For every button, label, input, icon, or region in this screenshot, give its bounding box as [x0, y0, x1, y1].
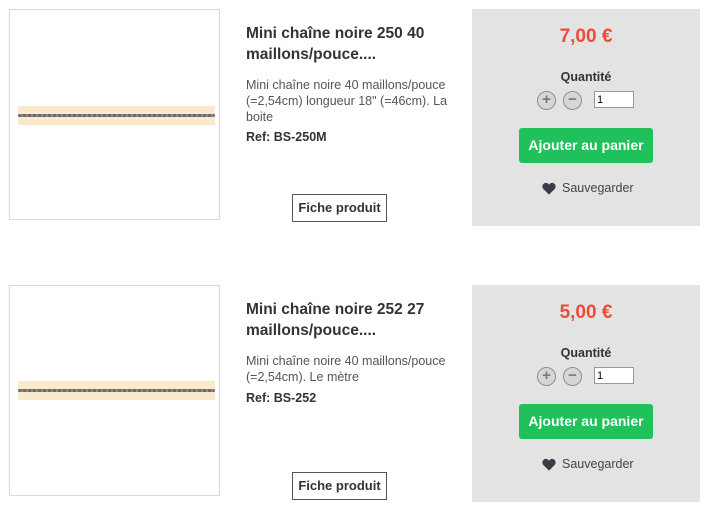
product-description: Mini chaîne noire 40 maillons/pouce (=2,…: [246, 353, 461, 385]
buy-box: 7,00 € Quantité + − Ajouter au panier Sa…: [472, 9, 700, 226]
description-line: Mini chaîne noire 40 maillons/pouce: [246, 354, 446, 368]
add-to-cart-button[interactable]: Ajouter au panier: [519, 404, 653, 439]
description-line: boite: [246, 110, 274, 124]
chain-image: [18, 106, 215, 125]
product-title-line: maillons/pouce....: [246, 46, 377, 63]
add-to-cart-button[interactable]: Ajouter au panier: [519, 128, 653, 163]
description-line: Mini chaîne noire 40 maillons/pouce: [246, 78, 446, 92]
product-title-line: Mini chaîne noire 250 40: [246, 25, 425, 42]
buy-box: 5,00 € Quantité + − Ajouter au panier Sa…: [472, 285, 700, 502]
product-card: Mini chaîne noire 250 40 maillons/pouce.…: [0, 9, 709, 235]
save-label: Sauvegarder: [562, 457, 634, 471]
product-image[interactable]: [9, 9, 220, 220]
product-ref: Ref: BS-250M: [246, 130, 327, 144]
quantity-input[interactable]: [594, 367, 634, 384]
price: 7,00 €: [559, 26, 613, 47]
heart-icon: [542, 458, 556, 471]
description-line: (=2,54cm) longueur 18" (=46cm). La: [246, 94, 448, 108]
product-title[interactable]: Mini chaîne noire 252 27 maillons/pouce.…: [246, 299, 451, 341]
quantity-input[interactable]: [594, 91, 634, 108]
quantity-label: Quantité: [560, 346, 612, 360]
product-ref: Ref: BS-252: [246, 391, 317, 405]
chain-image: [18, 381, 215, 400]
save-label: Sauvegarder: [562, 181, 634, 195]
minus-circle-icon[interactable]: −: [563, 367, 582, 386]
product-title-line: Mini chaîne noire 252 27: [246, 301, 425, 318]
product-card: Mini chaîne noire 252 27 maillons/pouce.…: [0, 285, 709, 511]
heart-icon: [542, 182, 556, 195]
minus-circle-icon[interactable]: −: [563, 91, 582, 110]
fiche-produit-button[interactable]: Fiche produit: [292, 472, 387, 500]
plus-circle-icon[interactable]: +: [537, 367, 556, 386]
price: 5,00 €: [559, 302, 613, 323]
fiche-produit-button[interactable]: Fiche produit: [292, 194, 387, 222]
product-title-line: maillons/pouce....: [246, 322, 377, 339]
quantity-label: Quantité: [560, 70, 612, 84]
product-description: Mini chaîne noire 40 maillons/pouce (=2,…: [246, 77, 461, 125]
product-title[interactable]: Mini chaîne noire 250 40 maillons/pouce.…: [246, 23, 451, 65]
product-image[interactable]: [9, 285, 220, 496]
plus-circle-icon[interactable]: +: [537, 91, 556, 110]
description-line: (=2,54cm). Le mètre: [246, 370, 359, 384]
